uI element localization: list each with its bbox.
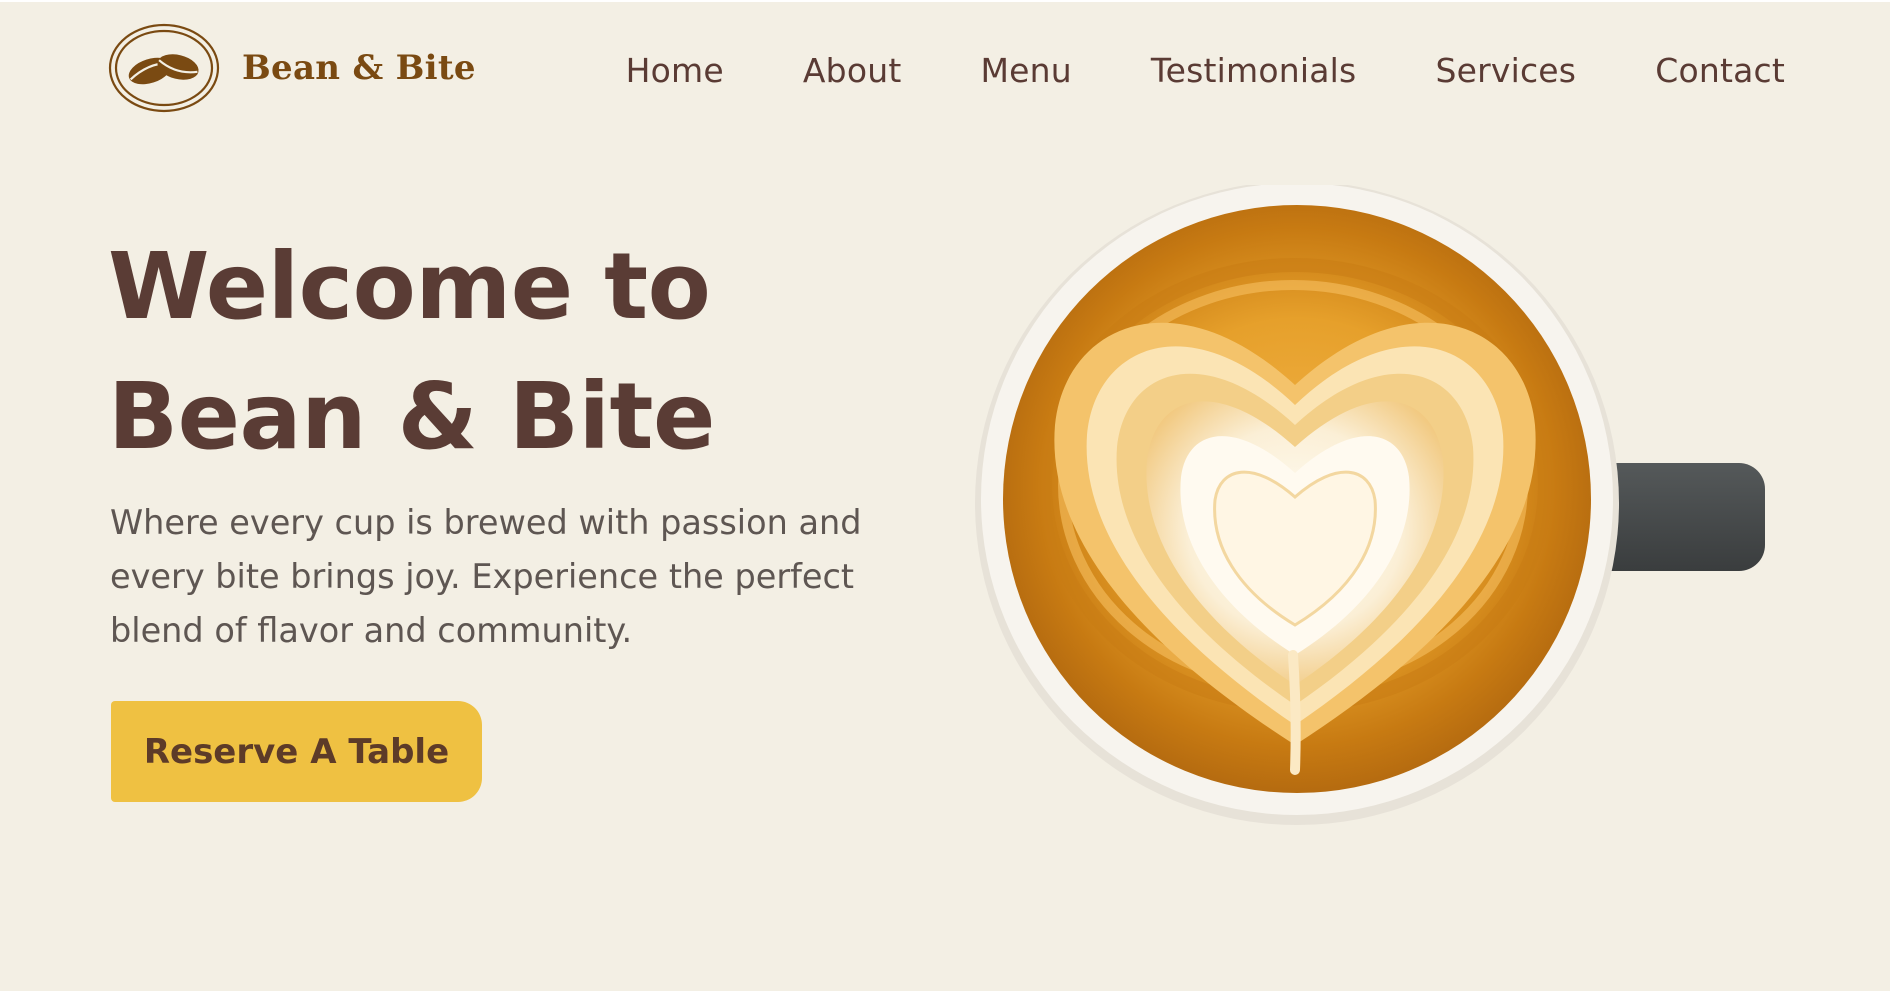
- coffee-beans-logo-icon: [108, 23, 220, 113]
- hero-title: Welcome to Bean & Bite: [108, 222, 715, 482]
- nav-home[interactable]: Home: [626, 51, 724, 90]
- page: Bean & Bite Home About Menu Testimonials…: [0, 0, 1890, 991]
- hero-title-line-2: Bean & Bite: [108, 363, 715, 470]
- nav-contact[interactable]: Contact: [1655, 51, 1785, 90]
- latte-heart-cup-image: [975, 185, 1765, 825]
- reserve-table-button[interactable]: Reserve A Table: [111, 701, 482, 802]
- brand-logo-link[interactable]: Bean & Bite: [108, 23, 476, 113]
- hero-title-line-1: Welcome to: [108, 233, 711, 340]
- main-nav: Home About Menu Testimonials Services Co…: [626, 51, 1785, 90]
- nav-services[interactable]: Services: [1435, 51, 1576, 90]
- brand-name: Bean & Bite: [242, 48, 476, 88]
- nav-menu[interactable]: Menu: [980, 51, 1071, 90]
- nav-testimonials[interactable]: Testimonials: [1151, 51, 1357, 90]
- hero-subtitle: Where every cup is brewed with passion a…: [110, 503, 862, 650]
- nav-about[interactable]: About: [803, 51, 902, 90]
